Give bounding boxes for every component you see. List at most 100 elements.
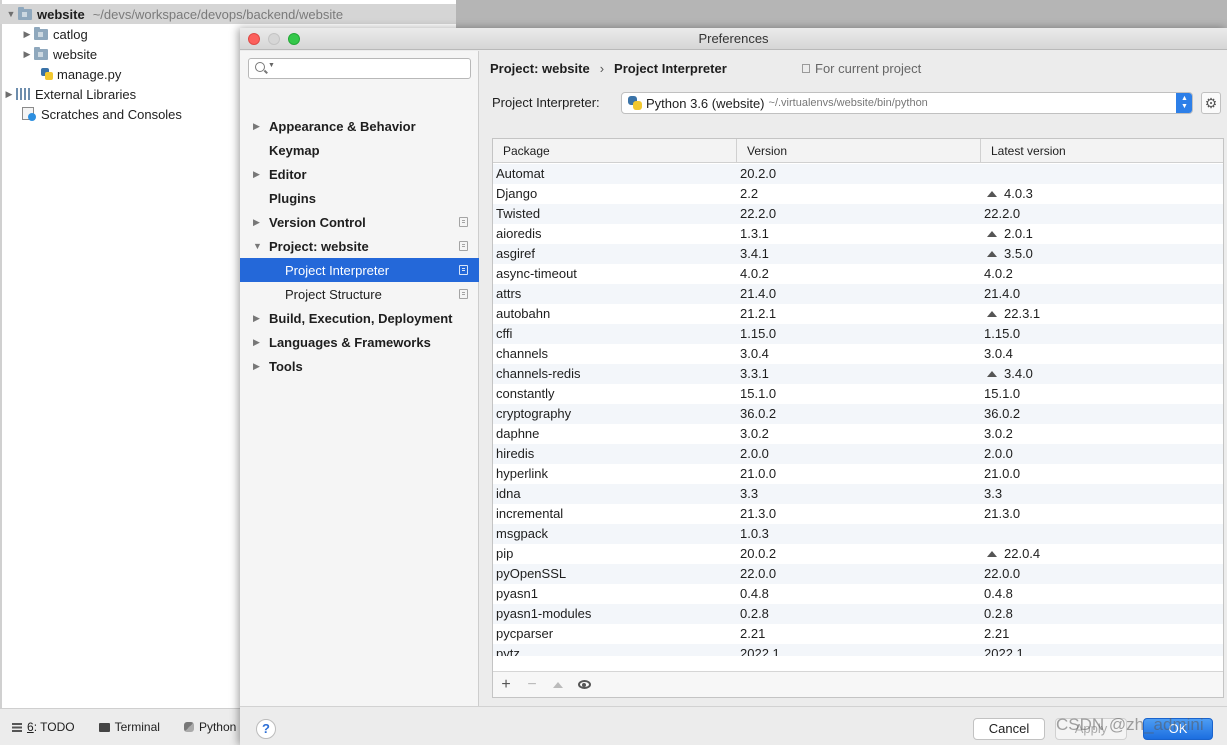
collapsed-arrow-icon[interactable]: ▶ xyxy=(253,337,260,348)
latest-version-text: 2.0.1 xyxy=(1004,226,1033,241)
column-header-package[interactable]: Package xyxy=(493,139,737,163)
for-current-project-text: For current project xyxy=(815,61,922,76)
table-row[interactable]: incremental 21.3.0 21.3.0 xyxy=(493,504,1223,524)
collapsed-arrow-icon[interactable]: ▶ xyxy=(20,29,34,40)
collapsed-arrow-icon[interactable]: ▶ xyxy=(253,313,260,324)
nav-plugins[interactable]: Plugins xyxy=(240,186,479,210)
show-early-releases-button[interactable] xyxy=(577,678,591,692)
latest-version-text: 3.4.0 xyxy=(1004,366,1033,381)
tree-item-manage-py[interactable]: manage.py xyxy=(40,64,121,84)
expanded-arrow-icon[interactable]: ▼ xyxy=(4,9,18,19)
search-input[interactable] xyxy=(277,60,465,77)
nav-tools[interactable]: ▶ Tools xyxy=(240,354,479,378)
python-console-button[interactable]: Python xyxy=(183,720,236,734)
package-version-cell: 20.2.0 xyxy=(740,166,777,181)
breadcrumb: Project: website › Project Interpreter xyxy=(490,59,727,77)
nav-build-execution-deployment[interactable]: ▶ Build, Execution, Deployment xyxy=(240,306,479,330)
apply-button[interactable]: Apply xyxy=(1055,718,1127,740)
collapsed-arrow-icon[interactable]: ▶ xyxy=(253,169,260,180)
todo-tool-button[interactable]: 6: TODO xyxy=(12,720,75,734)
cancel-button[interactable]: Cancel xyxy=(973,718,1045,740)
table-row[interactable]: pyasn1 0.4.8 0.4.8 xyxy=(493,584,1223,604)
package-name-cell: daphne xyxy=(496,426,540,441)
dropdown-arrows-icon[interactable]: ▲ ▼ xyxy=(1176,93,1192,113)
package-version-cell: 4.0.2 xyxy=(740,266,769,281)
table-row[interactable]: Automat 20.2.0 xyxy=(493,164,1223,184)
tool-window-bar: 6: TODO Terminal Python xyxy=(0,708,240,745)
table-row[interactable]: hyperlink 21.0.0 21.0.0 xyxy=(493,464,1223,484)
table-body: Automat 20.2.0 Django 2.2 4.0.3 Twisted 22.2.0… xyxy=(493,164,1223,656)
latest-version-cell: 21.0.0 xyxy=(984,464,1020,484)
nav-keymap[interactable]: Keymap xyxy=(240,138,479,162)
terminal-icon xyxy=(98,722,110,732)
package-version-cell: 1.3.1 xyxy=(740,226,769,241)
nav-label: Build, Execution, Deployment xyxy=(269,310,453,326)
nav-label: Keymap xyxy=(269,142,320,158)
nav-appearance-behavior[interactable]: ▶ Appearance & Behavior xyxy=(240,114,479,138)
expanded-arrow-icon[interactable]: ▼ xyxy=(253,241,262,251)
collapsed-arrow-icon[interactable]: ▶ xyxy=(253,121,260,132)
latest-version-text: 1.15.0 xyxy=(984,326,1021,341)
python-file-icon xyxy=(40,67,53,81)
table-row[interactable]: asgiref 3.4.1 3.5.0 xyxy=(493,244,1223,264)
tree-item-scratches[interactable]: Scratches and Consoles xyxy=(22,104,182,124)
package-name-cell: channels xyxy=(496,346,549,361)
table-row[interactable]: cryptography 36.0.2 36.0.2 xyxy=(493,404,1223,424)
packages-toolbar: + − xyxy=(493,671,1223,697)
nav-label: Project Structure xyxy=(285,286,382,302)
settings-search[interactable]: ▼ xyxy=(248,58,471,79)
list-icon xyxy=(12,722,22,732)
nav-editor[interactable]: ▶ Editor xyxy=(240,162,479,186)
upgrade-package-button[interactable] xyxy=(551,678,565,692)
nav-languages-frameworks[interactable]: ▶ Languages & Frameworks xyxy=(240,330,479,354)
ok-button[interactable]: OK xyxy=(1143,718,1213,740)
table-row[interactable]: channels 3.0.4 3.0.4 xyxy=(493,344,1223,364)
table-row[interactable]: constantly 15.1.0 15.1.0 xyxy=(493,384,1223,404)
table-row[interactable]: channels-redis 3.3.1 3.4.0 xyxy=(493,364,1223,384)
nav-project-interpreter[interactable]: Project Interpreter xyxy=(240,258,479,282)
zoom-window-button[interactable] xyxy=(288,33,300,45)
dialog-titlebar[interactable]: Preferences xyxy=(240,28,1227,50)
collapsed-arrow-icon[interactable]: ▶ xyxy=(253,361,260,372)
table-row[interactable]: cffi 1.15.0 1.15.0 xyxy=(493,324,1223,344)
tree-item-website[interactable]: ▶ website xyxy=(20,44,97,64)
table-row[interactable]: idna 3.3 3.3 xyxy=(493,484,1223,504)
table-row[interactable]: async-timeout 4.0.2 4.0.2 xyxy=(493,264,1223,284)
table-row[interactable]: hiredis 2.0.0 2.0.0 xyxy=(493,444,1223,464)
remove-package-button[interactable]: − xyxy=(525,676,539,692)
table-row[interactable]: msgpack 1.0.3 xyxy=(493,524,1223,544)
package-name-cell: channels-redis xyxy=(496,366,581,381)
table-row[interactable]: pycparser 2.21 2.21 xyxy=(493,624,1223,644)
table-row[interactable]: Twisted 22.2.0 22.2.0 xyxy=(493,204,1223,224)
table-row[interactable]: autobahn 21.2.1 22.3.1 xyxy=(493,304,1223,324)
search-options-icon[interactable]: ▼ xyxy=(268,62,275,69)
close-window-button[interactable] xyxy=(248,33,260,45)
tree-item-catlog[interactable]: ▶ catlog xyxy=(20,24,88,44)
nav-project-structure[interactable]: Project Structure xyxy=(240,282,479,306)
package-version-cell: 3.3 xyxy=(740,486,759,501)
help-button[interactable]: ? xyxy=(256,719,276,739)
column-header-latest-version[interactable]: Latest version xyxy=(981,139,1223,163)
collapsed-arrow-icon[interactable]: ▶ xyxy=(20,49,34,60)
table-row[interactable]: pyasn1-modules 0.2.8 0.2.8 xyxy=(493,604,1223,624)
interpreter-select[interactable]: Python 3.6 (website) ~/.virtualenvs/webs… xyxy=(621,92,1193,114)
tree-item-external-libraries[interactable]: ▶ External Libraries xyxy=(2,84,137,104)
table-row[interactable]: pyOpenSSL 22.0.0 22.0.0 xyxy=(493,564,1223,584)
column-header-version[interactable]: Version xyxy=(737,139,981,163)
table-row[interactable]: pytz 2022.1 2022.1 xyxy=(493,644,1223,656)
nav-version-control[interactable]: ▶ Version Control xyxy=(240,210,479,234)
tree-root-website[interactable]: ▼ website ~/devs/workspace/devops/backen… xyxy=(0,4,456,24)
table-row[interactable]: pip 20.0.2 22.0.4 xyxy=(493,544,1223,564)
terminal-tool-button[interactable]: Terminal xyxy=(98,720,160,734)
collapsed-arrow-icon[interactable]: ▶ xyxy=(2,89,16,100)
gear-icon[interactable]: ⚙ xyxy=(1201,92,1221,114)
table-row[interactable]: aioredis 1.3.1 2.0.1 xyxy=(493,224,1223,244)
nav-label: Plugins xyxy=(269,190,316,206)
table-row[interactable]: attrs 21.4.0 21.4.0 xyxy=(493,284,1223,304)
package-name-cell: attrs xyxy=(496,286,522,301)
table-row[interactable]: Django 2.2 4.0.3 xyxy=(493,184,1223,204)
add-package-button[interactable]: + xyxy=(499,676,513,692)
nav-project-website[interactable]: ▼ Project: website xyxy=(240,234,479,258)
table-row[interactable]: daphne 3.0.2 3.0.2 xyxy=(493,424,1223,444)
collapsed-arrow-icon[interactable]: ▶ xyxy=(253,217,260,228)
